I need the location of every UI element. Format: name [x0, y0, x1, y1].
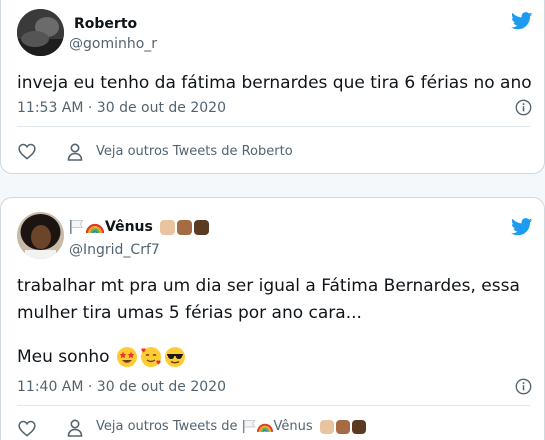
- more-tweets-link[interactable]: Veja outros Tweets de Roberto: [96, 144, 293, 159]
- raised-fist-icon: [159, 219, 211, 235]
- tweet-text-line-3: Meu sonho: [17, 344, 186, 370]
- tweet-timestamp[interactable]: 11:40 AM · 30 de out de 2020: [17, 379, 226, 395]
- tweet-timestamp[interactable]: 11:53 AM · 30 de out de 2020: [17, 100, 226, 116]
- heart-icon[interactable]: [18, 420, 36, 437]
- display-name[interactable]: Roberto: [74, 16, 137, 32]
- more-tweets-link[interactable]: Veja outros Tweets de Vênus: [96, 419, 368, 434]
- display-name[interactable]: Vênus: [69, 219, 211, 235]
- person-icon: [67, 143, 83, 161]
- smiling-hearts-icon: [140, 347, 161, 367]
- divider: [17, 405, 530, 406]
- star-struck-icon: [116, 347, 137, 367]
- avatar[interactable]: [17, 9, 64, 56]
- tweet-text-line-2: mulher tira umas 5 férias por ano cara..…: [17, 303, 362, 323]
- user-handle[interactable]: @Ingrid_Crf7: [69, 242, 160, 258]
- rainbow-icon: [257, 423, 274, 433]
- raised-fist-icon: [319, 419, 368, 434]
- tweet-card-roberto: Roberto @gominho_r inveja eu tenho da fá…: [0, 0, 545, 174]
- display-name-text: Vênus: [105, 219, 153, 235]
- avatar[interactable]: [17, 212, 64, 259]
- more-tweets-name: Vênus: [273, 419, 313, 434]
- twitter-bird-icon[interactable]: [511, 218, 533, 236]
- tweet-text: inveja eu tenho da fátima bernardes que …: [17, 73, 532, 93]
- info-icon[interactable]: [515, 378, 532, 395]
- rainbow-icon: [86, 223, 104, 234]
- heart-icon[interactable]: [18, 143, 36, 160]
- white-flag-icon: [243, 419, 256, 434]
- twitter-bird-icon[interactable]: [511, 12, 533, 30]
- tweet-text-line-1: trabalhar mt pra um dia ser igual a Fáti…: [17, 276, 520, 296]
- info-icon[interactable]: [515, 99, 532, 116]
- tweet-text-sonho: Meu sonho: [17, 347, 110, 367]
- tweet-card-venus: Vênus @Ingrid_Crf7 trabalhar mt pra um d…: [0, 197, 545, 440]
- white-flag-icon: [70, 220, 84, 234]
- person-icon: [67, 419, 83, 437]
- more-tweets-prefix: Veja outros Tweets de: [96, 419, 238, 434]
- divider: [17, 126, 530, 127]
- user-handle[interactable]: @gominho_r: [69, 36, 157, 52]
- sunglasses-icon: [164, 347, 185, 367]
